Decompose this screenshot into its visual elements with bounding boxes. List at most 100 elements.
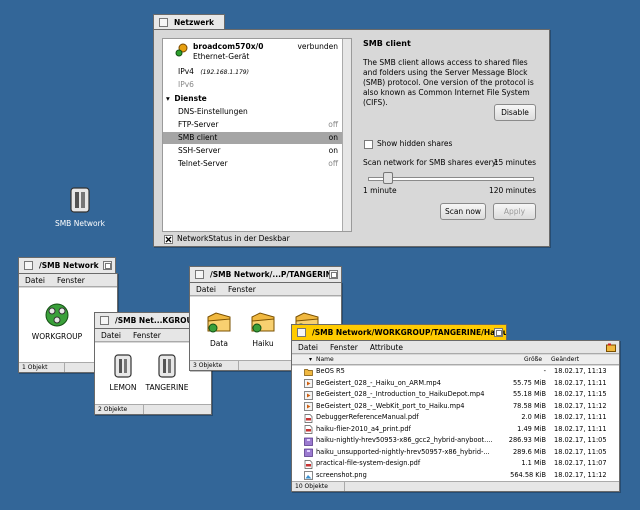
- file-row[interactable]: haiku_unsupported-nightly-hrev50957-x86_…: [292, 447, 619, 459]
- file-name: haiku_unsupported-nightly-hrev50957-x86_…: [316, 447, 490, 456]
- column-modified[interactable]: Geändert: [551, 355, 579, 365]
- apply-button[interactable]: Apply: [493, 203, 536, 220]
- smb-title: SMB client: [363, 39, 411, 48]
- menu-datei[interactable]: Datei: [298, 343, 318, 352]
- close-button[interactable]: [100, 316, 109, 325]
- service-row[interactable]: SSH-Server on: [163, 145, 342, 157]
- device-row[interactable]: broadcom570x/0 verbunden Ethernet-Gerät: [163, 41, 342, 65]
- file-size: 55.75 MiB: [512, 378, 546, 387]
- window-title: /SMB Net...KGROUP: [115, 316, 199, 325]
- ipv6-label: IPv6: [178, 80, 194, 89]
- service-row[interactable]: Telnet-Server off: [163, 158, 342, 170]
- zoom-button[interactable]: [103, 261, 112, 270]
- close-button[interactable]: [159, 18, 168, 27]
- close-button[interactable]: [24, 261, 33, 270]
- file-list[interactable]: BeOS R5 -18.02.17, 11:13 BeGeistert_028_-_…: [292, 366, 619, 481]
- haiku-window-tab[interactable]: /SMB Network/WORKGROUP/TANGERINE/Haiku: [291, 324, 507, 340]
- scan-slider-thumb[interactable]: [382, 172, 393, 184]
- file-row[interactable]: practical-file-system-design.pdf 1.1 MiB 1…: [292, 458, 619, 470]
- close-button[interactable]: [195, 270, 204, 279]
- file-row[interactable]: haiku-flier-2010_a4_print.pdf 1.49 MiB 18.…: [292, 424, 619, 436]
- zoom-button[interactable]: [329, 270, 338, 279]
- file-name: BeOS R5: [316, 367, 345, 375]
- menu-bar: Datei Fenster Attribute: [292, 341, 619, 354]
- smb-panel: SMB client The SMB client allows access …: [354, 30, 549, 246]
- horizontal-scrollbar[interactable]: [344, 481, 619, 491]
- menu-bar: Datei Fenster: [19, 274, 117, 287]
- services-header[interactable]: ▾ Dienste: [163, 93, 342, 105]
- tracker-icon[interactable]: [606, 343, 616, 352]
- file-modified: 18.02.17, 11:07: [554, 459, 607, 467]
- shared-folder-icon: [251, 312, 275, 333]
- file-row[interactable]: BeGeistert_028_-_Haiku_on_ARM.mp4 55.75 M…: [292, 378, 619, 390]
- file-row[interactable]: BeGeistert_028_-_Introduction_to_HaikuDe…: [292, 389, 619, 401]
- list-scrollbar[interactable]: [342, 39, 351, 231]
- column-header: ▾ Name Größe Geändert: [292, 355, 619, 365]
- scan-label: Scan network for SMB shares every:: [363, 158, 499, 167]
- file-row[interactable]: BeOS R5 -18.02.17, 11:13: [292, 366, 619, 378]
- service-row-selected[interactable]: SMB client on: [163, 132, 342, 144]
- desktop-smb-network-icon[interactable]: SMB Network: [50, 185, 110, 228]
- item-label: WORKGROUP: [31, 332, 83, 341]
- file-modified: 18.02.17, 11:15: [554, 390, 607, 398]
- ipv4-label: IPv4: [178, 67, 194, 76]
- file-name: haiku-nightly-hrev50953-x86_gcc2_hybrid-…: [316, 436, 492, 444]
- column-name[interactable]: Name: [316, 355, 334, 365]
- deskbar-checkbox[interactable]: [164, 235, 173, 244]
- file-modified: 18.02.17, 11:11: [554, 424, 607, 433]
- network-window: broadcom570x/0 verbunden Ethernet-Gerät …: [153, 29, 550, 247]
- server-icon: [114, 354, 132, 378]
- show-hidden-label: Show hidden shares: [377, 139, 453, 148]
- file-modified: 18.02.17, 11:11: [554, 413, 607, 421]
- scan-now-button[interactable]: Scan now: [440, 203, 486, 220]
- window-title: /SMB Network/WORKGROUP/TANGERINE/Haiku: [312, 328, 507, 337]
- workgroup-item[interactable]: WORKGROUP: [27, 302, 87, 341]
- file-size: 1.49 MiB: [517, 424, 546, 433]
- window-title: /SMB Network/...P/TANGERINE: [210, 270, 338, 279]
- ipv4-row[interactable]: IPv4 (192.168.1.179): [163, 66, 342, 78]
- haiku-window: Datei Fenster Attribute ▾ Name Größe Geä…: [291, 340, 620, 492]
- menu-fenster[interactable]: Fenster: [330, 343, 358, 352]
- column-size[interactable]: Größe: [524, 355, 542, 365]
- file-size: 286.93 MiB: [508, 436, 546, 444]
- zoom-button[interactable]: [494, 328, 503, 337]
- menu-attribute[interactable]: Attribute: [370, 343, 403, 352]
- status-bar: 1 Objekt: [19, 362, 64, 372]
- network-window-tab[interactable]: Netzwerk: [153, 14, 225, 30]
- status-bar: 3 Objekte: [190, 360, 238, 370]
- ipv6-row[interactable]: IPv6: [163, 79, 342, 91]
- smb-window-tab[interactable]: /SMB Network: [18, 257, 116, 273]
- horizontal-scrollbar[interactable]: [143, 404, 211, 414]
- menu-fenster[interactable]: Fenster: [228, 285, 256, 294]
- device-status: verbunden: [297, 42, 338, 51]
- workgroup-window-tab[interactable]: /SMB Net...KGROUP: [94, 312, 202, 328]
- file-size: 564.58 KiB: [510, 470, 546, 479]
- disable-button[interactable]: Disable: [494, 104, 536, 121]
- file-row[interactable]: haiku-nightly-hrev50953-x86_gcc2_hybrid-…: [292, 435, 619, 447]
- server-item[interactable]: TANGERINE: [137, 353, 197, 392]
- file-row[interactable]: BeGeistert_028_-_WebKit_port_to_Haiku.mp…: [292, 401, 619, 413]
- smb-description: The SMB client allows access to shared f…: [363, 58, 534, 107]
- ipv4-value: (192.168.1.179): [200, 69, 249, 76]
- show-hidden-checkbox[interactable]: [364, 140, 373, 149]
- menu-fenster[interactable]: Fenster: [133, 331, 161, 340]
- service-row[interactable]: FTP-Server off: [163, 119, 342, 131]
- device-type: Ethernet-Gerät: [193, 52, 250, 61]
- file-size: 78.58 MiB: [512, 401, 546, 410]
- slider-min-label: 1 minute: [363, 186, 397, 195]
- menu-datei[interactable]: Datei: [101, 331, 121, 340]
- file-modified: 18.02.17, 11:11: [554, 378, 607, 387]
- file-row[interactable]: DebuggerReferenceManual.pdf 2.0 MiB 18.02.…: [292, 412, 619, 424]
- close-button[interactable]: [297, 328, 306, 337]
- collapse-arrow-icon[interactable]: ▾: [166, 94, 170, 103]
- file-row[interactable]: screenshot.png 564.58 KiB 18.02.17, 11:12: [292, 470, 619, 482]
- file-modified: 18.02.17, 11:12: [554, 401, 607, 410]
- tangerine-window-tab[interactable]: /SMB Network/...P/TANGERINE: [189, 266, 342, 282]
- file-modified: 18.02.17, 11:12: [554, 470, 607, 479]
- menu-fenster[interactable]: Fenster: [57, 276, 85, 285]
- menu-datei[interactable]: Datei: [196, 285, 216, 294]
- menu-datei[interactable]: Datei: [25, 276, 45, 285]
- menu-bar: Datei Fenster: [190, 283, 341, 296]
- network-server-icon: [70, 187, 90, 213]
- service-row[interactable]: DNS-Einstellungen: [163, 106, 342, 118]
